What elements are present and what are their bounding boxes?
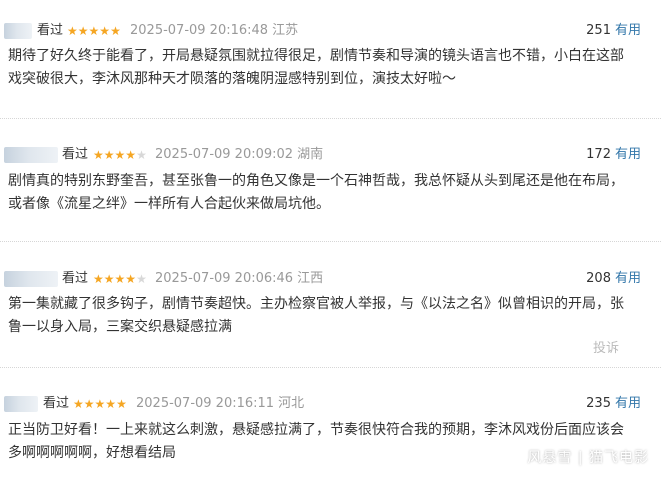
- review-time: 2025-07-09 20:06:46 江西: [155, 268, 323, 290]
- review-time: 2025-07-09 20:16:11 河北: [136, 393, 304, 415]
- avatar[interactable]: [4, 147, 58, 163]
- star-icon: ★: [114, 148, 126, 162]
- watermark: 风悬雪 | 猫飞电影: [527, 450, 649, 466]
- star-icon: ★: [136, 148, 147, 162]
- vote-area: 208 有用: [586, 268, 641, 290]
- star-rating: ★★★★★: [93, 268, 147, 290]
- star-rating: ★★★★★: [93, 144, 147, 166]
- review-content: 剧情真的特别东野奎吾，甚至张鲁一的角色又像是一个石神哲哉，我总怀疑从头到尾还是他…: [8, 173, 624, 212]
- star-icon: ★: [103, 148, 115, 162]
- vote-area: 172 有用: [586, 144, 641, 166]
- watched-status: 看过: [43, 396, 70, 411]
- star-rating: ★★★★★: [73, 393, 127, 415]
- star-icon: ★: [94, 397, 106, 411]
- review-meta: 看过 ★★★★★ 2025-07-09 20:06:46 江西 208 有用: [0, 268, 661, 290]
- divider: [0, 367, 661, 369]
- vote-count: 251: [586, 23, 611, 38]
- review-time: 2025-07-09 20:16:48 江苏: [130, 20, 298, 42]
- review-location: 江西: [297, 271, 324, 286]
- review-timestamp: 2025-07-09 20:16:48: [130, 23, 269, 38]
- star-icon: ★: [136, 272, 147, 286]
- review-location: 湖南: [297, 147, 324, 162]
- star-icon: ★: [105, 397, 117, 411]
- star-icon: ★: [110, 24, 121, 38]
- review-meta: 看过 ★★★★★ 2025-07-09 20:16:48 江苏 251 有用: [0, 20, 661, 42]
- star-rating: ★★★★★: [67, 20, 121, 42]
- vote-count: 172: [586, 147, 611, 162]
- review-content: 期待了好久终于能看了，开局悬疑氛围就拉得很足，剧情节奏和导演的镜头语言也不错，小…: [8, 48, 624, 87]
- watched-status: 看过: [37, 23, 64, 38]
- star-icon: ★: [125, 272, 137, 286]
- watched-status: 看过: [62, 271, 89, 286]
- star-icon: ★: [67, 24, 78, 38]
- vote-count: 208: [586, 271, 611, 286]
- review-content: 第一集就藏了很多钩子，剧情节奏超快。主办检察官被人举报，与《以法之名》似曾相识的…: [8, 296, 624, 335]
- review-timestamp: 2025-07-09 20:06:46: [155, 271, 294, 286]
- star-icon: ★: [103, 272, 115, 286]
- vote-area: 235 有用: [586, 393, 641, 415]
- review-time: 2025-07-09 20:09:02 湖南: [155, 144, 323, 166]
- useful-button[interactable]: 有用: [615, 271, 641, 286]
- star-icon: ★: [77, 24, 89, 38]
- divider: [0, 118, 661, 120]
- star-icon: ★: [116, 397, 127, 411]
- star-icon: ★: [125, 148, 137, 162]
- review-location: 河北: [278, 396, 305, 411]
- divider: [0, 241, 661, 243]
- avatar[interactable]: [4, 271, 58, 287]
- useful-button[interactable]: 有用: [615, 396, 641, 411]
- review-meta: 看过 ★★★★★ 2025-07-09 20:09:02 湖南 172 有用: [0, 144, 661, 166]
- star-icon: ★: [88, 24, 100, 38]
- watched-status: 看过: [62, 147, 89, 162]
- useful-button[interactable]: 有用: [615, 147, 641, 162]
- star-icon: ★: [93, 148, 104, 162]
- avatar[interactable]: [4, 396, 38, 412]
- review-timestamp: 2025-07-09 20:16:11: [136, 396, 275, 411]
- star-icon: ★: [73, 397, 84, 411]
- avatar[interactable]: [4, 23, 32, 39]
- review-meta: 看过 ★★★★★ 2025-07-09 20:16:11 河北 235 有用: [0, 393, 661, 415]
- star-icon: ★: [93, 272, 104, 286]
- star-icon: ★: [83, 397, 95, 411]
- report-button[interactable]: 投诉: [593, 337, 619, 356]
- vote-area: 251 有用: [586, 20, 641, 42]
- review-timestamp: 2025-07-09 20:09:02: [155, 147, 294, 162]
- useful-button[interactable]: 有用: [615, 23, 641, 38]
- vote-count: 235: [586, 396, 611, 411]
- star-icon: ★: [99, 24, 111, 38]
- star-icon: ★: [114, 272, 126, 286]
- review-location: 江苏: [272, 23, 299, 38]
